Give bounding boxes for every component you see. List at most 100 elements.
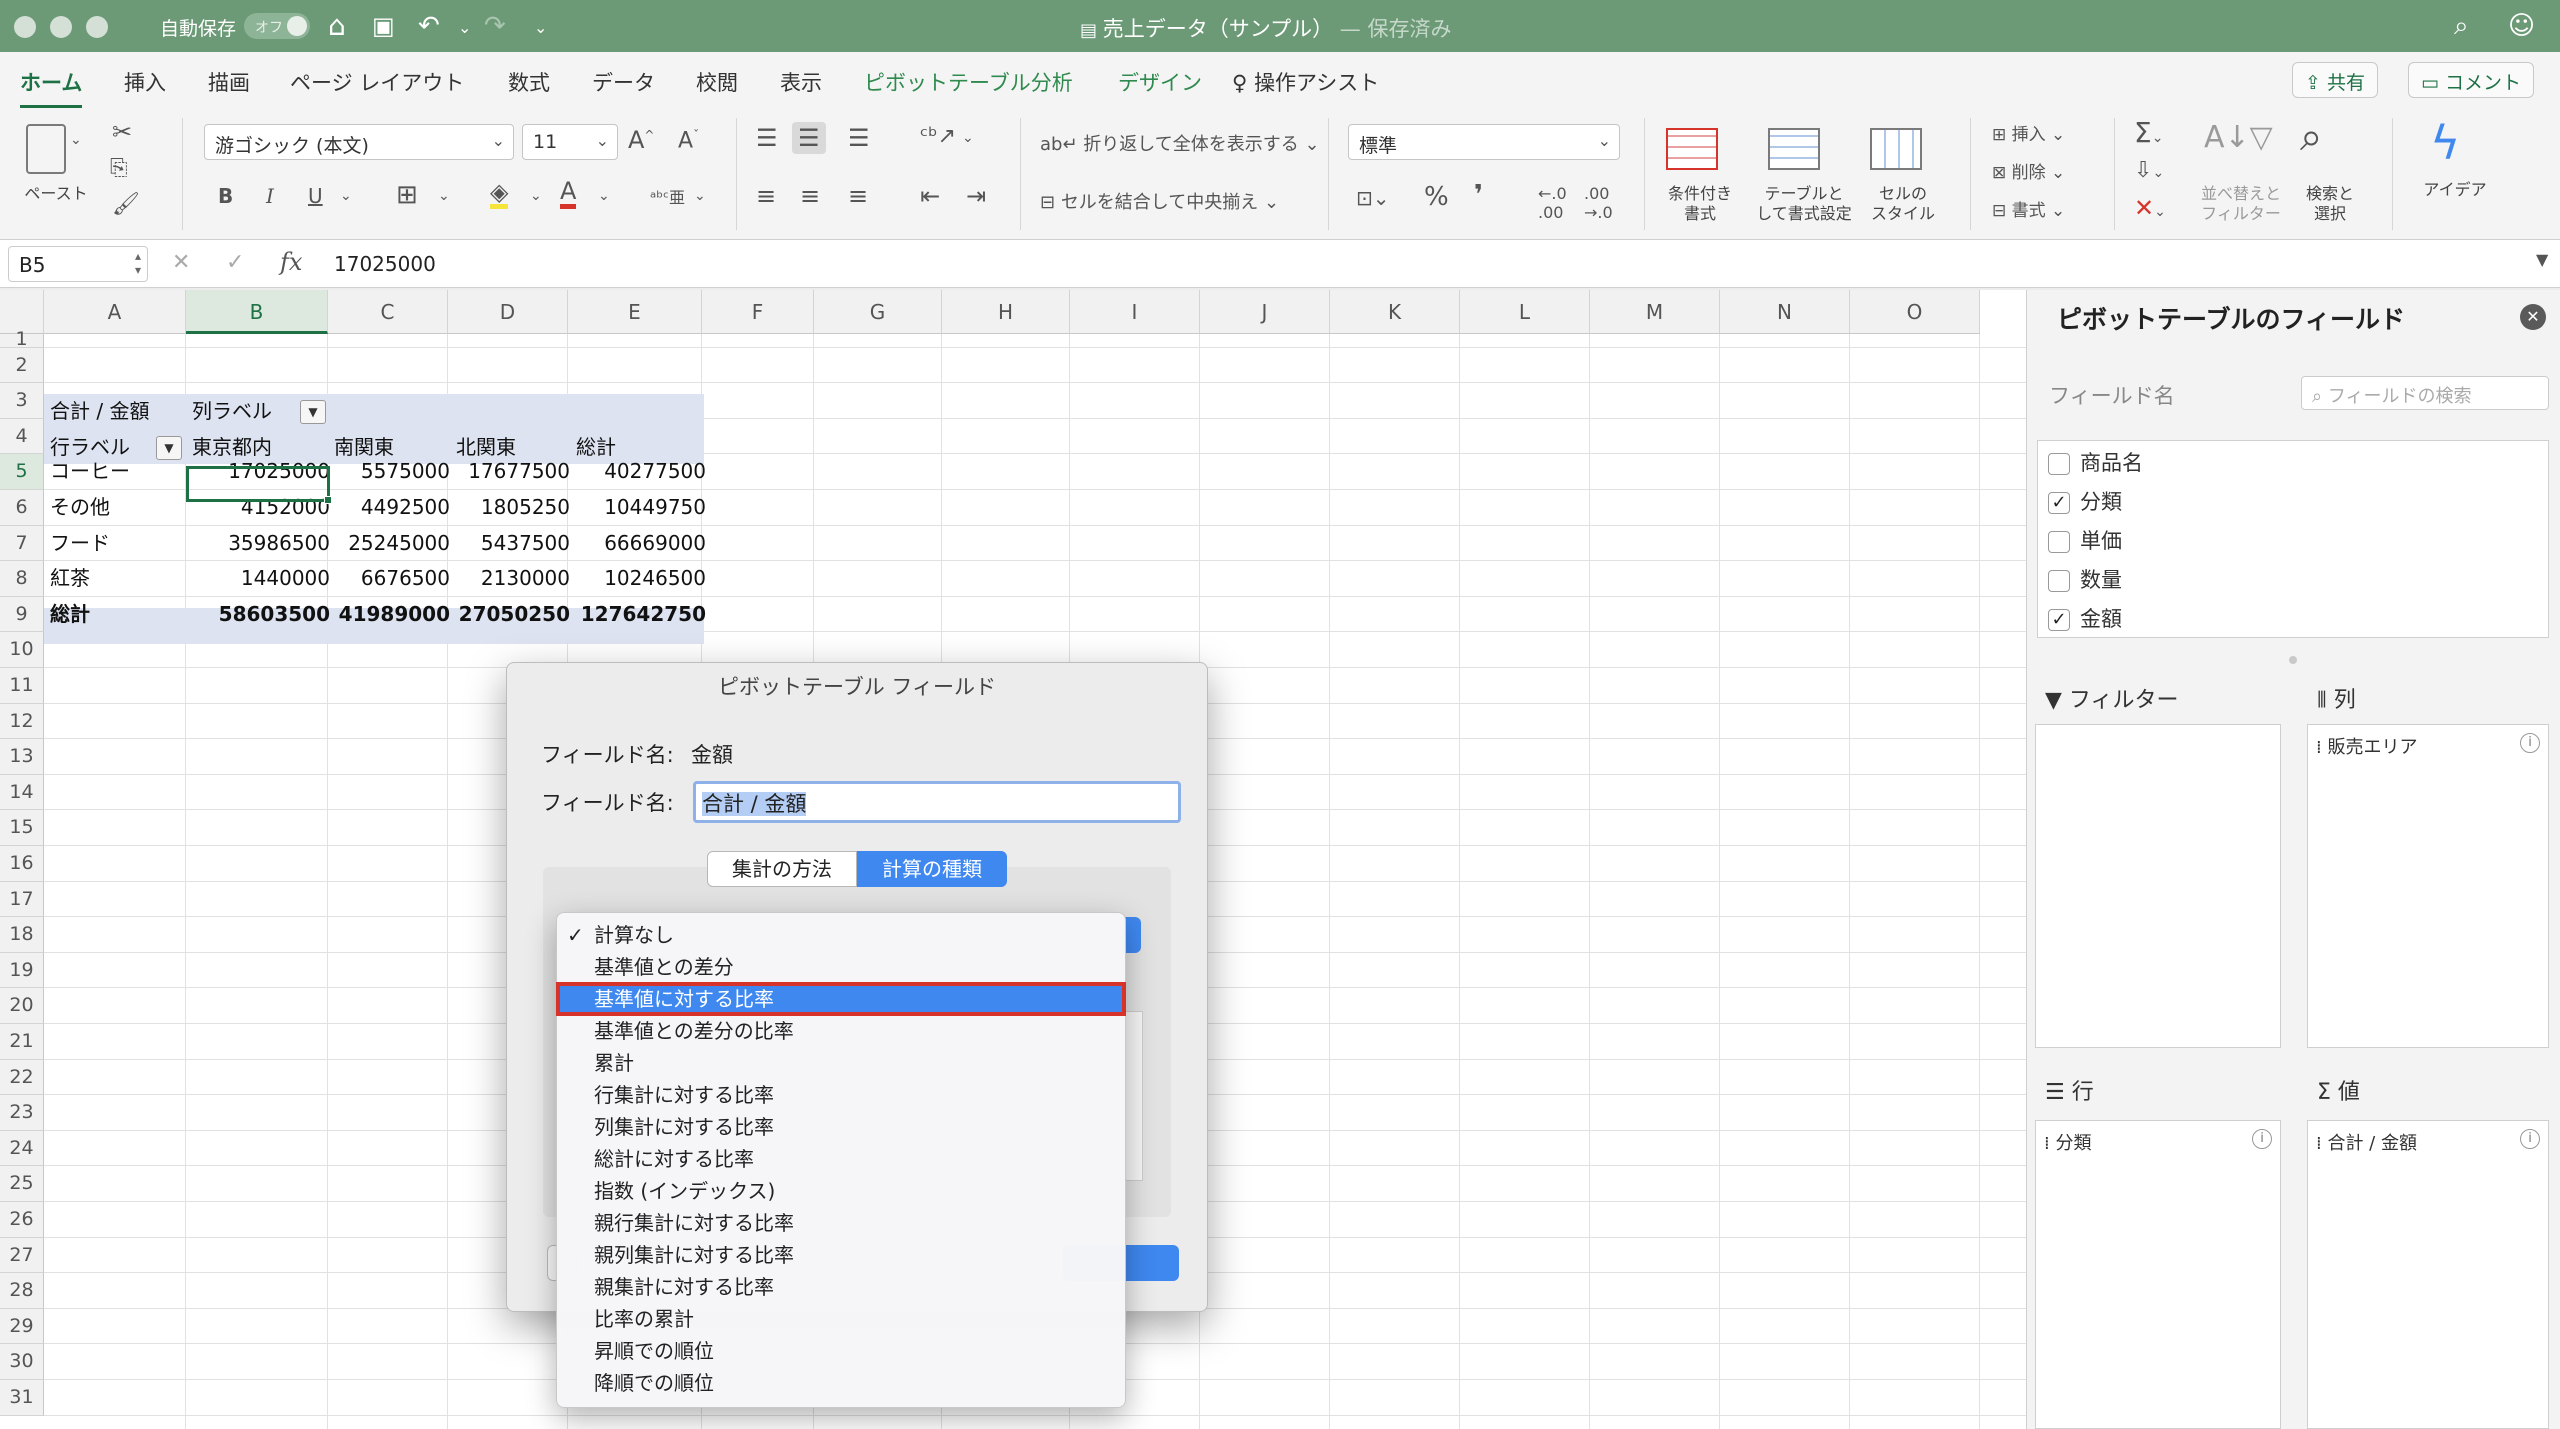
zoom-window-button[interactable] [86,16,108,38]
info-icon[interactable]: i [2520,733,2540,753]
fill-icon[interactable]: ⇩⌄ [2134,158,2164,183]
borders-icon[interactable]: ⊞ [396,180,418,210]
search-icon[interactable]: ⌕ [2454,8,2469,44]
account-icon[interactable]: ☺ [2508,8,2535,44]
calc-menu-item[interactable]: ✓ 計算なし [557,919,1125,951]
column-header-O[interactable]: O [1850,290,1980,334]
row-header-27[interactable]: 27 [0,1237,44,1274]
name-box[interactable]: B5 ▴ ▾ [8,246,148,282]
row-header-23[interactable]: 23 [0,1095,44,1131]
field-item-product[interactable]: 商品名 [2048,447,2143,477]
pivot-value-cell[interactable]: 40277500 [604,454,706,489]
calc-menu-item[interactable]: 比率の累計 [557,1303,1125,1335]
tab-pivot-analyze[interactable]: ピボットテーブル分析 [864,67,1073,97]
borders-dropdown-icon[interactable]: ⌄ [438,188,450,204]
tab-design[interactable]: デザイン [1118,67,1202,97]
align-right-icon[interactable]: ≡ [848,182,868,210]
filter-drop-area[interactable] [2035,724,2281,1048]
field-item-unit-price[interactable]: 単価 [2048,525,2122,555]
close-icon[interactable]: ✕ [2520,304,2546,330]
insert-cells-button[interactable]: ⊞ 挿入 ⌄ [1992,120,2065,145]
calc-menu-item[interactable]: 累計 [557,1047,1125,1079]
row-header-25[interactable]: 25 [0,1166,44,1202]
row-header-13[interactable]: 13 [0,739,44,775]
pivot-value-cell[interactable]: 5575000 [361,454,450,489]
row-header-28[interactable]: 28 [0,1273,44,1309]
column-header-J[interactable]: J [1200,290,1330,334]
columns-field-chip[interactable]: ⁞ 販売エリア [2316,733,2417,759]
align-center-icon[interactable]: ≡ [800,182,820,210]
row-header-7[interactable]: 7 [0,525,44,562]
enter-icon[interactable]: ✓ [226,250,244,275]
row-header-12[interactable]: 12 [0,703,44,740]
font-color-icon[interactable]: A [560,178,577,209]
calc-menu-item[interactable]: 親行集計に対する比率 [557,1207,1125,1239]
increase-indent-icon[interactable]: ⇥ [966,182,986,210]
cancel-icon[interactable]: ✕ [172,250,190,275]
decrease-font-icon[interactable]: Aˇ [678,128,699,153]
format-painter-icon[interactable]: 🖌 [112,192,140,217]
undo-icon[interactable]: ↶ [418,8,440,44]
tab-formulas[interactable]: 数式 [508,67,550,97]
comment-button[interactable]: ▭ コメント [2408,62,2535,98]
field-search-input[interactable]: ⌕ フィールドの検索 [2301,376,2549,410]
format-cells-button[interactable]: ⊟ 書式 ⌄ [1992,196,2065,221]
pivot-row-label[interactable]: コーヒー [50,454,130,489]
calc-menu-item[interactable]: 降順での順位 [557,1367,1125,1399]
orientation-dropdown-icon[interactable]: ⌄ [962,130,974,146]
italic-button[interactable]: I [266,184,274,208]
decrease-indent-icon[interactable]: ⇤ [920,182,940,210]
wrap-text-button[interactable]: ab↵ 折り返して全体を表示する ⌄ [1040,130,1320,156]
tab-draw[interactable]: 描画 [208,67,250,97]
format-as-table-icon[interactable] [1768,128,1820,170]
field-checkbox[interactable] [2048,570,2070,592]
row-header-11[interactable]: 11 [0,668,44,704]
redo-icon[interactable]: ↷ [484,8,506,44]
align-middle-icon[interactable]: ☰ [792,122,826,154]
close-window-button[interactable] [14,16,36,38]
calc-menu-item[interactable]: 基準値との差分の比率 [557,1015,1125,1047]
row-header-19[interactable]: 19 [0,952,44,989]
pivot-value-header[interactable]: 合計 / 金額 [50,394,149,429]
decrease-decimal-icon[interactable]: .00 →.0 [1584,184,1613,222]
sort-filter-icon[interactable]: A↓▽ [2204,120,2273,155]
row-header-26[interactable]: 26 [0,1202,44,1238]
underline-dropdown-icon[interactable]: ⌄ [340,188,352,204]
pivot-row-label[interactable]: フード [50,526,110,561]
row-header-9[interactable]: 9 [0,596,44,633]
increase-font-icon[interactable]: A^ [628,126,654,154]
save-icon[interactable]: ▣ [372,8,395,44]
autosave-toggle[interactable]: オフ [244,13,310,39]
column-header-N[interactable]: N [1720,290,1850,334]
column-header-F[interactable]: F [702,290,814,334]
undo-dropdown-icon[interactable]: ⌄ [458,10,471,46]
pivot-row-label[interactable]: 紅茶 [50,561,90,596]
calc-menu-item[interactable]: 総計に対する比率 [557,1143,1125,1175]
calc-menu-item[interactable]: 基準値との差分 [557,951,1125,983]
comma-icon[interactable]: ❜ [1474,180,1483,210]
find-select-icon[interactable]: ⌕ [2300,114,2322,160]
orientation-icon[interactable]: ᶜᵇ↗ [920,124,956,149]
row-filter-button[interactable]: ▼ [156,436,182,460]
fill-handle[interactable] [324,496,332,504]
pivot-value-cell[interactable]: 2130000 [481,561,570,596]
row-header-8[interactable]: 8 [0,561,44,597]
font-size-select[interactable]: 11 ⌄ [522,124,618,160]
rows-field-chip[interactable]: ⁞ 分類 [2044,1129,2091,1155]
copy-icon[interactable]: ⎘ [110,156,128,181]
tab-view[interactable]: 表示 [780,67,822,97]
columns-drop-area[interactable]: ⁞ 販売エリア i [2307,724,2549,1048]
column-header-K[interactable]: K [1330,290,1460,334]
row-header-2[interactable]: 2 [0,347,44,384]
tab-data[interactable]: データ [592,67,655,97]
field-checkbox[interactable]: ✓ [2048,609,2070,631]
tab-show-values-as[interactable]: 計算の種類 [857,851,1007,887]
pivot-value-cell[interactable]: 6676500 [361,561,450,596]
customize-toolbar-icon[interactable]: ⌄ [534,10,547,46]
pivot-value-cell[interactable]: 10246500 [604,561,706,596]
align-left-icon[interactable]: ≡ [756,182,776,210]
minimize-window-button[interactable] [50,16,72,38]
calc-menu-item[interactable]: 親集計に対する比率 [557,1271,1125,1303]
pivot-value-cell[interactable]: 5437500 [481,526,570,561]
calc-menu-item[interactable]: 昇順での順位 [557,1335,1125,1367]
